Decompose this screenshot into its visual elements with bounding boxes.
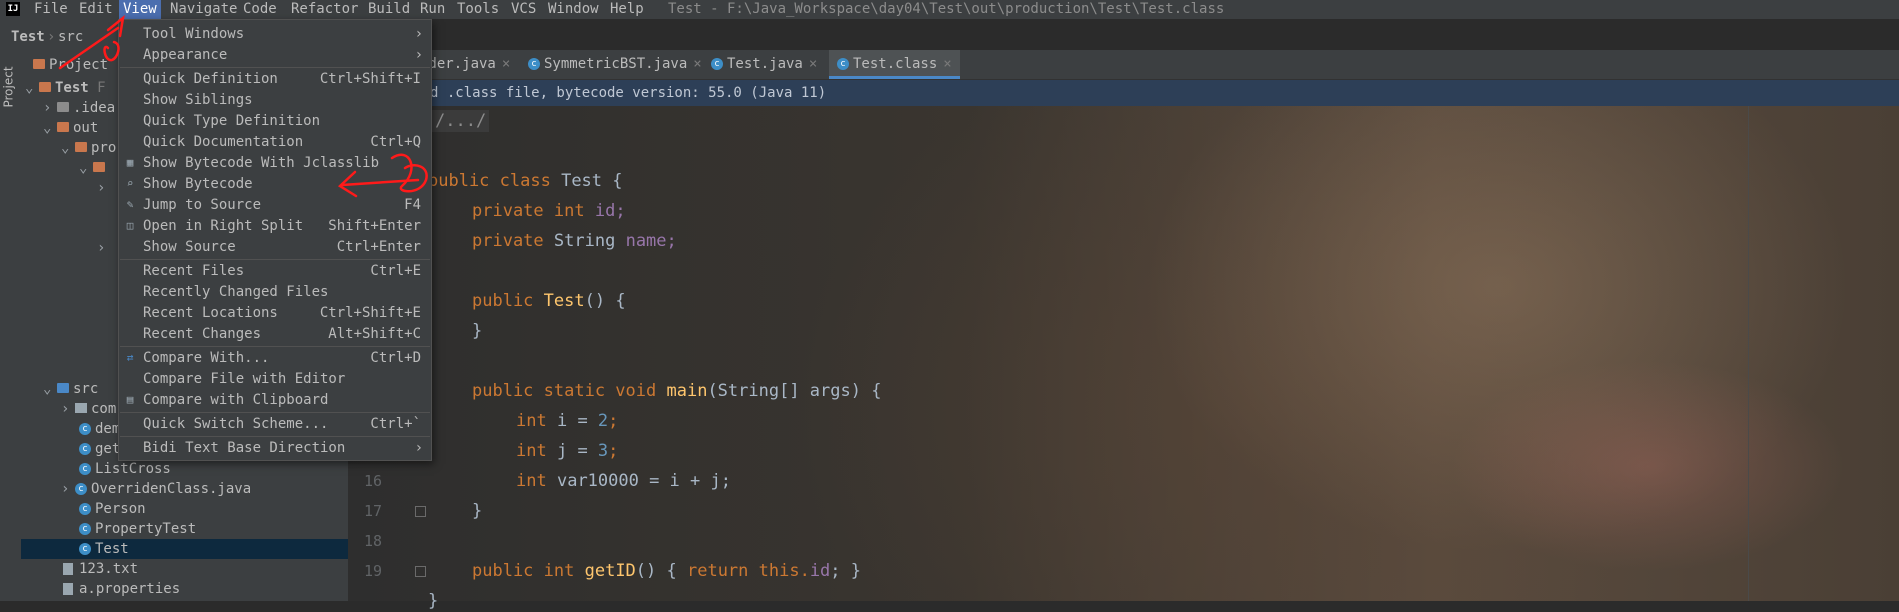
annotation-mark-1 bbox=[103, 40, 120, 62]
handwritten-annotation-marks bbox=[58, 14, 428, 198]
annotation-arrow-line-1 bbox=[58, 26, 120, 70]
annotation-mark-2 bbox=[390, 153, 428, 193]
